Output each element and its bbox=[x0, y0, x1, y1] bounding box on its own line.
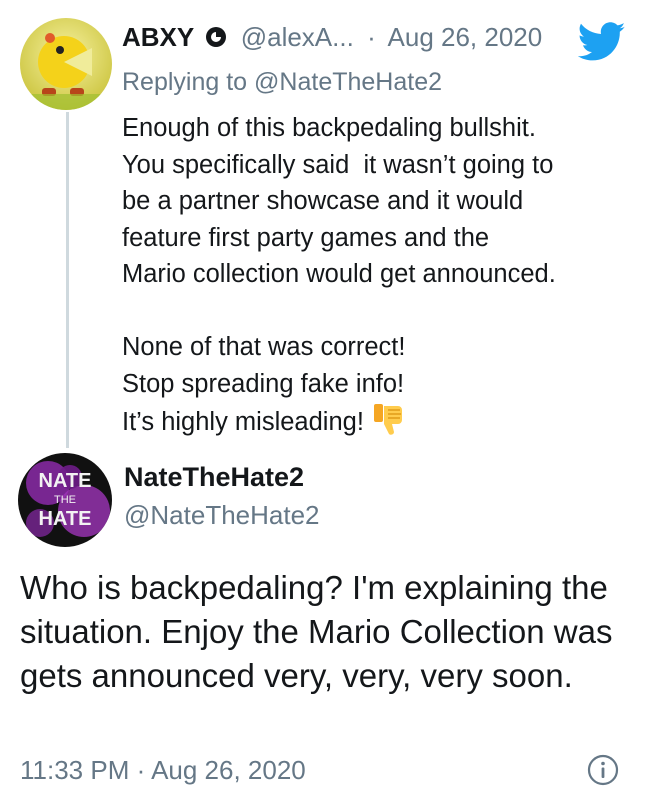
natethehate-avatar-image: NATE THE HATE bbox=[18, 453, 112, 547]
header-separator: · bbox=[367, 22, 376, 52]
account-badge-icon bbox=[206, 27, 227, 47]
reply-text-line: You specifically said it wasn’t going to bbox=[122, 150, 554, 179]
reply-header: ABXY @alexA... · Aug 26, 2020 bbox=[122, 22, 626, 53]
reply-display-name[interactable]: ABXY bbox=[122, 22, 194, 52]
twitter-bird-icon bbox=[578, 22, 626, 61]
avatar-text-nate: NATE bbox=[39, 470, 92, 492]
reply-text-line: Mario collection would get announced. bbox=[122, 260, 556, 288]
reply-text-line: be a partner showcase and it would bbox=[122, 187, 524, 215]
avatar-text-the: THE bbox=[54, 494, 76, 506]
timestamp-separator: · bbox=[136, 755, 146, 785]
reply-tweet-text: Enough of this backpedaling bullshit. Yo… bbox=[122, 110, 632, 441]
natethehate-avatar[interactable]: NATE THE HATE bbox=[18, 453, 112, 547]
info-icon[interactable] bbox=[587, 754, 619, 786]
replying-prefix: Replying to bbox=[122, 68, 248, 96]
reply-date[interactable]: Aug 26, 2020 bbox=[388, 22, 543, 52]
abxy-avatar[interactable] bbox=[20, 18, 112, 110]
main-handle[interactable]: @NateTheHate2 bbox=[124, 500, 320, 531]
reply-handle[interactable]: @alexA... bbox=[241, 22, 354, 52]
main-display-name[interactable]: NateTheHate2 bbox=[124, 462, 304, 493]
avatar-text-hate: HATE bbox=[39, 508, 92, 530]
reply-text-line: Stop spreading fake info! bbox=[122, 369, 405, 398]
reply-text-line: None of that was correct! bbox=[122, 333, 406, 361]
reply-text-line: feature first party games and the bbox=[122, 223, 490, 252]
reply-text-line: It’s highly misleading! bbox=[122, 408, 364, 436]
main-tweet-text: Who is backpedaling? I'm explaining the … bbox=[20, 569, 613, 694]
reply-text-last-line: It’s highly misleading! bbox=[122, 402, 632, 441]
tweet-date: Aug 26, 2020 bbox=[151, 755, 306, 785]
reply-text-line: Enough of this backpedaling bullshit. bbox=[122, 114, 536, 142]
thread-connector-line bbox=[66, 112, 69, 448]
pacman-avatar-image bbox=[20, 18, 112, 110]
replying-to-line: Replying to @NateTheHate2 bbox=[122, 68, 442, 97]
main-tweet-timestamp[interactable]: 11:33 PM · Aug 26, 2020 bbox=[20, 755, 306, 786]
replying-to-handle[interactable]: @NateTheHate2 bbox=[254, 68, 442, 96]
thumbs-down-icon bbox=[373, 404, 402, 435]
tweet-time: 11:33 PM bbox=[20, 755, 130, 785]
